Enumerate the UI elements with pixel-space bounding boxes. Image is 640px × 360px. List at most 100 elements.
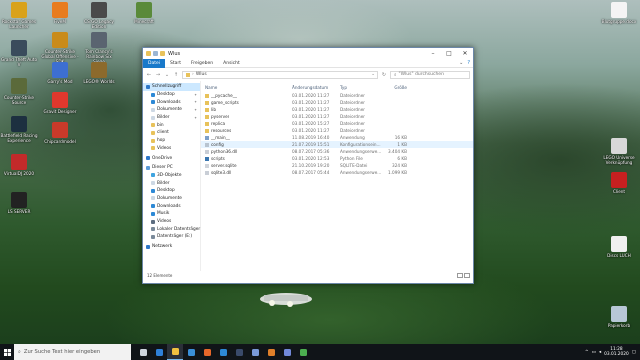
help-icon[interactable]: ?: [467, 60, 470, 66]
nav-item-dokumente[interactable]: Dokumente ✦: [143, 106, 200, 114]
address-path-segment[interactable]: Wlus: [196, 72, 207, 77]
nav-item-client[interactable]: client: [143, 129, 200, 137]
column-header-name[interactable]: Name: [205, 85, 292, 90]
notifications-icon[interactable]: ▢: [632, 350, 636, 355]
nav-item-bin[interactable]: bin: [143, 121, 200, 129]
tab-share[interactable]: Freigeben: [186, 59, 218, 68]
forward-icon[interactable]: →: [155, 72, 161, 78]
column-header-type[interactable]: Typ: [340, 85, 381, 90]
desktop-icon-lego-universe-verkn-pfung[interactable]: LEGO Universe Verknüpfung: [600, 138, 638, 165]
desktop-icon-minecraft[interactable]: Minecraft: [125, 2, 163, 24]
taskbar-app-photos[interactable]: [247, 344, 263, 360]
nav-item-dieser-pc[interactable]: Dieser PC: [143, 164, 200, 172]
close-button[interactable]: ✕: [457, 48, 473, 59]
desktop-icon-tom-clancy-s-rainbow-six-siege[interactable]: Tom Clancy's Rainbow Six Siege: [80, 32, 118, 64]
nav-item-hop[interactable]: hop: [143, 137, 200, 145]
taskbar-app-edge[interactable]: [151, 344, 167, 360]
column-header-date[interactable]: Änderungsdatum: [292, 85, 340, 90]
clock[interactable]: 11:28 03.01.2020: [604, 347, 629, 357]
file-row[interactable]: pyserver 03.01.2020 11:27 Dateiordner: [201, 113, 473, 120]
desktop-icon-papierkorb[interactable]: Papierkorb: [600, 306, 638, 328]
show-hidden-icons-icon[interactable]: ^: [585, 350, 589, 355]
nav-item-lokaler-datentr-ger[interactable]: Lokaler Datenträger: [143, 225, 200, 233]
desktop-icon-fivem[interactable]: FiveM: [41, 2, 79, 24]
nav-item-bilder[interactable]: Bilder: [143, 179, 200, 187]
nav-item-musik[interactable]: Musik: [143, 210, 200, 218]
file-row[interactable]: scripts 03.01.2020 12:53 Python File 6 KB: [201, 155, 473, 162]
desktop-icon-grand-theft-auto-v[interactable]: Grand Theft Auto V: [0, 40, 38, 67]
volume-icon[interactable]: ◂: [599, 350, 601, 355]
file-row[interactable]: python36.dll 08.07.2017 05:36 Anwendungser…: [201, 148, 473, 155]
minimize-button[interactable]: –: [425, 48, 441, 59]
details-view-icon[interactable]: [457, 272, 463, 278]
desktop-icon-client[interactable]: Client: [600, 172, 638, 194]
title-bar[interactable]: Wlus – □ ✕: [143, 48, 473, 59]
taskbar-app-mail[interactable]: [215, 344, 231, 360]
nav-item-videos[interactable]: Videos: [143, 145, 200, 153]
nav-item-schnellzugriff[interactable]: Schnellzugriff: [143, 83, 200, 91]
file-row[interactable]: __main__ 11.08.2019 16:40 Anwendung 16 KB: [201, 134, 473, 141]
desktop-icon-counter-strike-source[interactable]: Counter-Strike Source: [0, 78, 38, 105]
tab-start[interactable]: Start: [165, 59, 186, 68]
refresh-icon[interactable]: ↻: [381, 72, 387, 78]
desktop-icon-discs-luch[interactable]: Discs LUCH: [600, 236, 638, 258]
desktop-icon-virtualdj-2020[interactable]: VirtualDJ 2020: [0, 154, 38, 176]
desktop-icon-battlefield-racing-experience[interactable]: Battlefield Racing Experience: [0, 116, 38, 143]
desktop-icon-garry-s-mod[interactable]: Garry's Mod: [41, 62, 79, 84]
file-row[interactable]: sqlite3.dll 08.07.2017 05:44 Anwendungserw…: [201, 169, 473, 176]
nav-item-onedrive[interactable]: OneDrive: [143, 154, 200, 162]
nav-item-desktop[interactable]: Desktop ✦: [143, 91, 200, 99]
nav-item-videos[interactable]: Videos: [143, 218, 200, 226]
maximize-button[interactable]: □: [441, 48, 457, 59]
file-row[interactable]: __pycache__ 03.01.2020 11:27 Dateiordner: [201, 92, 473, 99]
column-header-size[interactable]: Größe: [381, 85, 407, 90]
back-icon[interactable]: ←: [146, 72, 152, 78]
taskbar-app-discord[interactable]: [279, 344, 295, 360]
file-date: 03.01.2020 11:27: [292, 107, 330, 112]
address-bar[interactable]: › Wlus ⌄: [182, 70, 378, 79]
desktop-icon-chipcardmodel[interactable]: Chipcardmodel: [41, 122, 79, 144]
desktop-icon-lego-worlds[interactable]: LEGO® Worlds: [80, 62, 118, 84]
desktop-icon-gravit-designer[interactable]: Gravit Designer: [41, 92, 79, 114]
properties-icon[interactable]: [153, 51, 158, 56]
nav-item-desktop[interactable]: Desktop: [143, 187, 200, 195]
file-row[interactable]: config 21.07.2019 15:51 Konfigurationsein.…: [201, 141, 473, 148]
tab-file[interactable]: Datei: [143, 58, 166, 68]
file-row[interactable]: replica 03.01.2020 15:27 Dateiordner: [201, 120, 473, 127]
taskbar-app-chrome[interactable]: [295, 344, 311, 360]
taskbar-app-file-explorer[interactable]: [167, 344, 183, 360]
nav-item-3d-objekte[interactable]: 3D-Objekte: [143, 172, 200, 180]
desktop-icon-cs-go-legacy-edition[interactable]: CS:GO Legacy Edition: [80, 2, 118, 29]
start-button[interactable]: [0, 344, 14, 360]
nav-item-datentr-ger-e[interactable]: Datenträger (E:): [143, 233, 200, 241]
desktop-icon-ls-server[interactable]: LS SERVER: [0, 192, 38, 214]
nav-item-bilder[interactable]: Bilder ✦: [143, 114, 200, 122]
large-icons-view-icon[interactable]: [464, 272, 470, 278]
nav-item-downloads[interactable]: Downloads ✦: [143, 98, 200, 106]
taskbar-app-steam[interactable]: [231, 344, 247, 360]
search-box[interactable]: ⌕ "Wlus" durchsuchen: [390, 70, 470, 79]
file-row[interactable]: lib 03.01.2020 11:27 Dateiordner: [201, 106, 473, 113]
file-row[interactable]: resources 03.01.2020 11:27 Dateiordner: [201, 127, 473, 134]
taskbar-app-store[interactable]: [183, 344, 199, 360]
desktop-icon-blutgruppe-docx[interactable]: Blutgruppe.docx: [600, 2, 638, 24]
file-row[interactable]: game_scripts 03.01.2020 11:27 Dateiordner: [201, 99, 473, 106]
up-icon[interactable]: ↑: [173, 72, 179, 78]
taskbar-app-media-player[interactable]: [263, 344, 279, 360]
desktop-icon-counter-strike-global-offensive-sdk[interactable]: Counter-Strike Global Offensive - SDK: [41, 32, 79, 64]
address-dropdown-icon[interactable]: ⌄: [371, 72, 377, 77]
nav-item-downloads[interactable]: Downloads: [143, 202, 200, 210]
expand-ribbon-icon[interactable]: ⌄: [459, 60, 463, 66]
file-explorer-window[interactable]: Wlus – □ ✕ Datei Start Freigeben Ansicht…: [142, 47, 474, 284]
taskbar-search[interactable]: ⌕ Zur Suche Text hier eingeben: [14, 344, 131, 360]
new-folder-icon[interactable]: [160, 51, 165, 56]
nav-item-netzwerk[interactable]: Netzwerk: [143, 243, 200, 251]
tab-view[interactable]: Ansicht: [218, 59, 245, 68]
taskbar-app-task-view[interactable]: [135, 344, 151, 360]
taskbar-app-firefox[interactable]: [199, 344, 215, 360]
file-row[interactable]: server.sqlite 21.10.2019 19:20 SQLITE-Date…: [201, 162, 473, 169]
recent-locations-icon[interactable]: ⌄: [164, 72, 170, 78]
nav-item-dokumente[interactable]: Dokumente: [143, 195, 200, 203]
network-icon[interactable]: ▭: [592, 350, 596, 355]
desktop-icon-rockstar-games-launcher[interactable]: Rockstar Games Launcher: [0, 2, 38, 29]
